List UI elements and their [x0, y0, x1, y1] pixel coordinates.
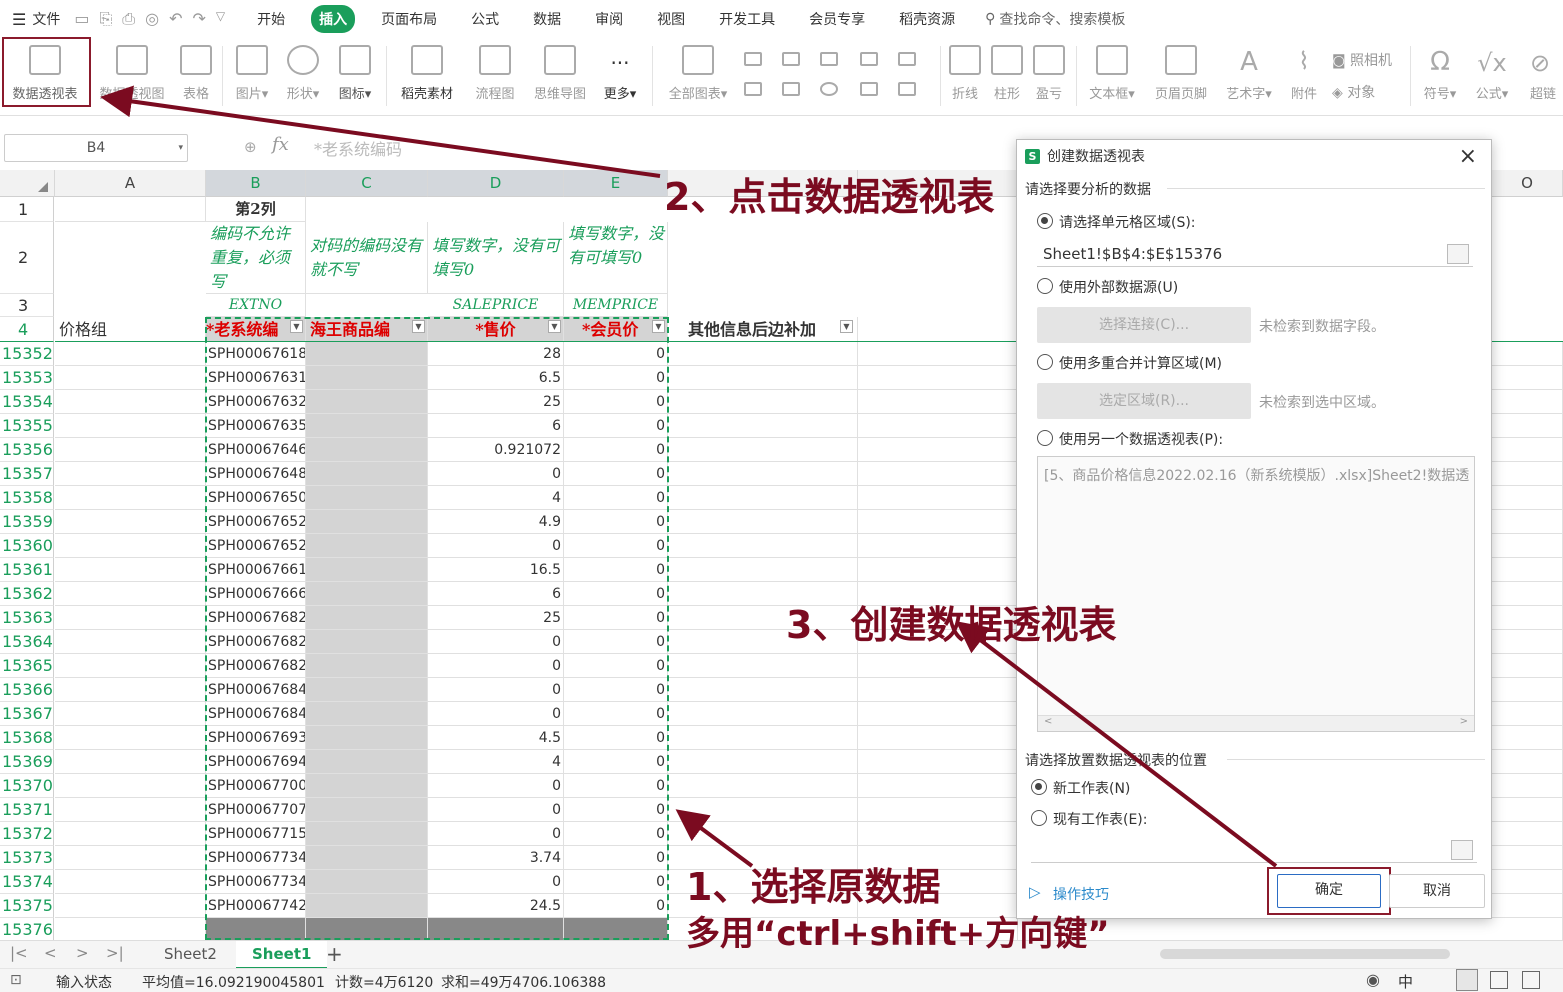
annotation-step-1-hint: 多用“ctrl+shift+方向键”: [686, 914, 1110, 954]
arrow-to-pivot-table: [100, 85, 661, 178]
annotation-step-3: 3、创建数据透视表: [786, 603, 1117, 647]
annotation-arrows: [100, 85, 1278, 868]
arrow-to-dialog: [955, 621, 1278, 868]
annotation-step-2: 2、点击数据透视表: [664, 175, 995, 219]
annotation-step-1: 1、选择原数据: [686, 865, 941, 909]
